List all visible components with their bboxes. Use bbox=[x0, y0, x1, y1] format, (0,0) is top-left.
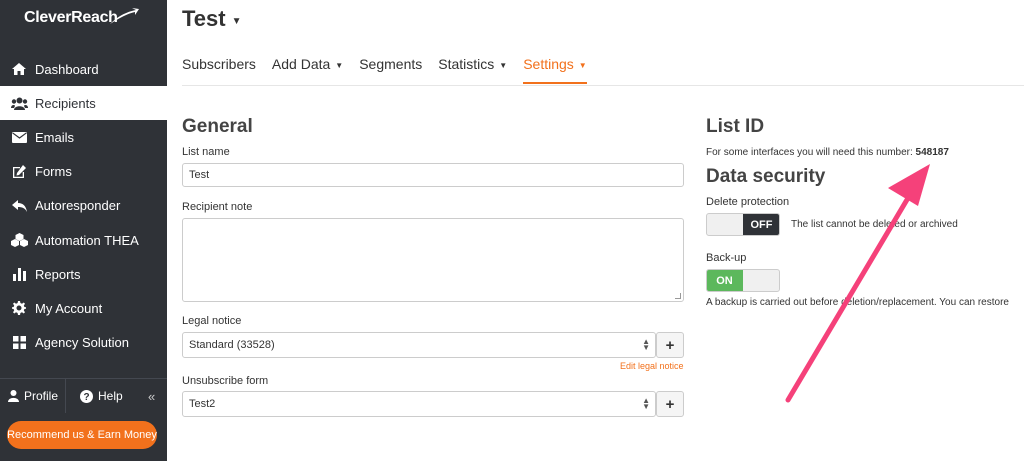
general-heading: General bbox=[182, 116, 253, 137]
tab-divider bbox=[182, 85, 1024, 86]
tab-label: Segments bbox=[359, 56, 423, 72]
gear-icon bbox=[10, 300, 28, 316]
logo-swoosh-icon bbox=[110, 8, 139, 24]
legal-notice-label: Legal notice bbox=[182, 315, 242, 327]
page-title-text: Test bbox=[182, 6, 226, 31]
list-name-input[interactable]: Test bbox=[182, 163, 684, 187]
list-id-value: 548187 bbox=[915, 147, 949, 158]
bar-chart-icon bbox=[10, 266, 28, 282]
recipient-note-textarea[interactable] bbox=[182, 218, 684, 302]
toggle-state-on: ON bbox=[707, 270, 743, 291]
logo-text: CleverReach bbox=[24, 9, 118, 26]
users-icon bbox=[10, 95, 28, 111]
tab-segments[interactable]: Segments bbox=[359, 56, 422, 84]
sidebar-item-label: Reports bbox=[35, 266, 81, 282]
cubes-icon bbox=[10, 232, 28, 248]
sidebar-footer: Profile ? Help « bbox=[0, 378, 167, 413]
unsubscribe-form-select[interactable]: Test2 ▲ ▼ bbox=[182, 391, 656, 417]
profile-button[interactable]: Profile bbox=[0, 379, 66, 413]
sidebar: CleverReach Dashboard Recipients Emails bbox=[0, 0, 167, 461]
edit-legal-notice-link[interactable]: Edit legal notice bbox=[620, 361, 684, 371]
sidebar-item-label: Agency Solution bbox=[35, 335, 129, 351]
sidebar-item-reports[interactable]: Reports bbox=[0, 257, 167, 291]
caret-down-icon: ▼ bbox=[335, 61, 344, 70]
sidebar-item-agency-solution[interactable]: Agency Solution bbox=[0, 326, 167, 360]
grid-icon bbox=[10, 335, 28, 351]
logo[interactable]: CleverReach bbox=[24, 6, 144, 30]
user-icon bbox=[8, 390, 19, 402]
tab-label: Subscribers bbox=[182, 56, 256, 72]
tab-label: Statistics bbox=[438, 56, 495, 72]
add-unsubscribe-form-button[interactable]: + bbox=[656, 391, 684, 417]
profile-label: Profile bbox=[24, 389, 59, 403]
backup-label: Back-up bbox=[706, 252, 747, 264]
help-button[interactable]: ? Help bbox=[66, 379, 144, 413]
toggle-state-off: OFF bbox=[743, 214, 779, 235]
page-title[interactable]: Test ▼ bbox=[182, 6, 242, 32]
reply-icon bbox=[10, 198, 28, 214]
collapse-sidebar-button[interactable]: « bbox=[144, 389, 155, 404]
question-circle-icon: ? bbox=[80, 389, 93, 403]
add-legal-notice-button[interactable]: + bbox=[656, 332, 684, 358]
tab-statistics[interactable]: Statistics ▼ bbox=[438, 56, 507, 84]
backup-toggle[interactable]: ON bbox=[706, 269, 780, 292]
caret-down-icon: ▼ bbox=[499, 61, 508, 70]
delete-protection-label: Delete protection bbox=[706, 196, 790, 208]
select-arrows-icon: ▲ ▼ bbox=[642, 337, 650, 352]
sidebar-item-label: Automation THEA bbox=[35, 232, 139, 248]
tab-settings[interactable]: Settings ▼ bbox=[523, 56, 587, 84]
recipient-note-label: Recipient note bbox=[182, 201, 253, 213]
sidebar-item-label: My Account bbox=[35, 300, 103, 316]
list-name-label: List name bbox=[182, 146, 230, 158]
tab-subscribers[interactable]: Subscribers bbox=[182, 56, 256, 84]
list-id-description: For some interfaces you will need this n… bbox=[706, 147, 913, 158]
tab-bar: Subscribers Add Data ▼ Segments Statisti… bbox=[182, 56, 603, 86]
caret-down-icon: ▼ bbox=[578, 61, 587, 70]
unsubscribe-form-selected: Test2 bbox=[189, 398, 216, 410]
sidebar-item-my-account[interactable]: My Account bbox=[0, 291, 167, 325]
sidebar-item-label: Emails bbox=[35, 129, 75, 145]
delete-protection-toggle[interactable]: OFF bbox=[706, 213, 780, 236]
sidebar-item-label: Forms bbox=[35, 164, 72, 180]
help-label: Help bbox=[98, 389, 123, 403]
list-id-text: For some interfaces you will need this n… bbox=[706, 147, 949, 158]
annotation-arrow-icon bbox=[785, 164, 930, 403]
svg-text:?: ? bbox=[83, 392, 89, 403]
tab-label: Add Data bbox=[271, 56, 331, 72]
edit-icon bbox=[10, 164, 28, 180]
caret-down-icon: ▼ bbox=[231, 15, 242, 27]
sidebar-item-label: Autoresponder bbox=[35, 198, 121, 214]
sidebar-item-forms[interactable]: Forms bbox=[0, 155, 167, 189]
resize-handle-icon[interactable] bbox=[675, 293, 681, 299]
select-arrows-icon: ▲ ▼ bbox=[642, 396, 650, 411]
sidebar-item-dashboard[interactable]: Dashboard bbox=[0, 52, 167, 86]
tab-add-data[interactable]: Add Data ▼ bbox=[272, 56, 343, 84]
sidebar-item-automation-thea[interactable]: Automation THEA bbox=[0, 223, 167, 257]
list-id-heading: List ID bbox=[706, 116, 765, 137]
sidebar-item-emails[interactable]: Emails bbox=[0, 120, 167, 154]
recommend-button[interactable]: Recommend us & Earn Money bbox=[7, 421, 157, 449]
legal-notice-select[interactable]: Standard (33528) ▲ ▼ bbox=[182, 332, 656, 358]
envelope-icon bbox=[10, 129, 28, 145]
sidebar-item-label: Recipients bbox=[35, 95, 96, 111]
sidebar-item-label: Dashboard bbox=[35, 61, 99, 77]
sidebar-nav: Dashboard Recipients Emails Forms Autore… bbox=[0, 52, 167, 360]
tab-label: Settings bbox=[523, 56, 574, 72]
sidebar-item-autoresponder[interactable]: Autoresponder bbox=[0, 189, 167, 223]
legal-notice-selected: Standard (33528) bbox=[189, 339, 275, 351]
unsubscribe-form-label: Unsubscribe form bbox=[182, 375, 269, 387]
home-icon bbox=[10, 61, 28, 77]
sidebar-item-recipients[interactable]: Recipients bbox=[0, 86, 167, 121]
